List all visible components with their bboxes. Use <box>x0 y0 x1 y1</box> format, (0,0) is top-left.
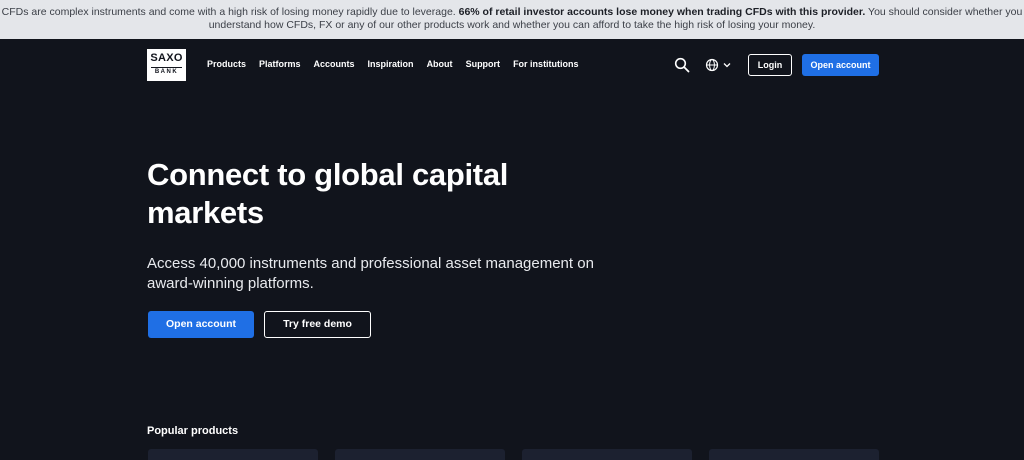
chevron-down-icon <box>723 63 731 68</box>
open-account-nav-button[interactable]: Open account <box>802 54 879 76</box>
hero-title: Connect to global capital markets <box>147 157 509 230</box>
menu-item-for-institutions[interactable]: For institutions <box>513 59 579 69</box>
saxo-bank-logo[interactable]: SAXO BANK <box>147 49 186 81</box>
hero-subtitle: Access 40,000 instruments and profession… <box>147 255 594 292</box>
logo-text-bottom: BANK <box>151 67 182 77</box>
globe-icon <box>705 58 719 72</box>
language-selector[interactable] <box>705 58 733 72</box>
top-navigation: SAXO BANK Products Platforms Accounts In… <box>0 39 1024 90</box>
open-account-button[interactable]: Open account <box>148 311 254 338</box>
menu-item-about[interactable]: About <box>427 59 453 69</box>
product-card[interactable] <box>709 449 879 460</box>
try-free-demo-button[interactable]: Try free demo <box>264 311 371 338</box>
product-card[interactable] <box>522 449 692 460</box>
menu-item-products[interactable]: Products <box>207 59 246 69</box>
menu-item-accounts[interactable]: Accounts <box>314 59 355 69</box>
product-card[interactable] <box>148 449 318 460</box>
logo-text-top: SAXO <box>150 52 183 64</box>
menu-item-inspiration[interactable]: Inspiration <box>368 59 414 69</box>
risk-warning-banner: CFDs are complex instruments and come wi… <box>0 0 1024 39</box>
popular-products-heading: Popular products <box>147 425 239 437</box>
risk-warning-bold-text: 66% of retail investor accounts lose mon… <box>458 6 866 18</box>
menu-item-support[interactable]: Support <box>466 59 501 69</box>
search-icon[interactable] <box>674 57 690 73</box>
main-menu: Products Platforms Accounts Inspiration … <box>207 59 592 69</box>
risk-warning-text: CFDs are complex instruments and come wi… <box>1 6 459 18</box>
product-card[interactable] <box>335 449 505 460</box>
menu-item-platforms[interactable]: Platforms <box>259 59 301 69</box>
login-button[interactable]: Login <box>748 54 792 76</box>
